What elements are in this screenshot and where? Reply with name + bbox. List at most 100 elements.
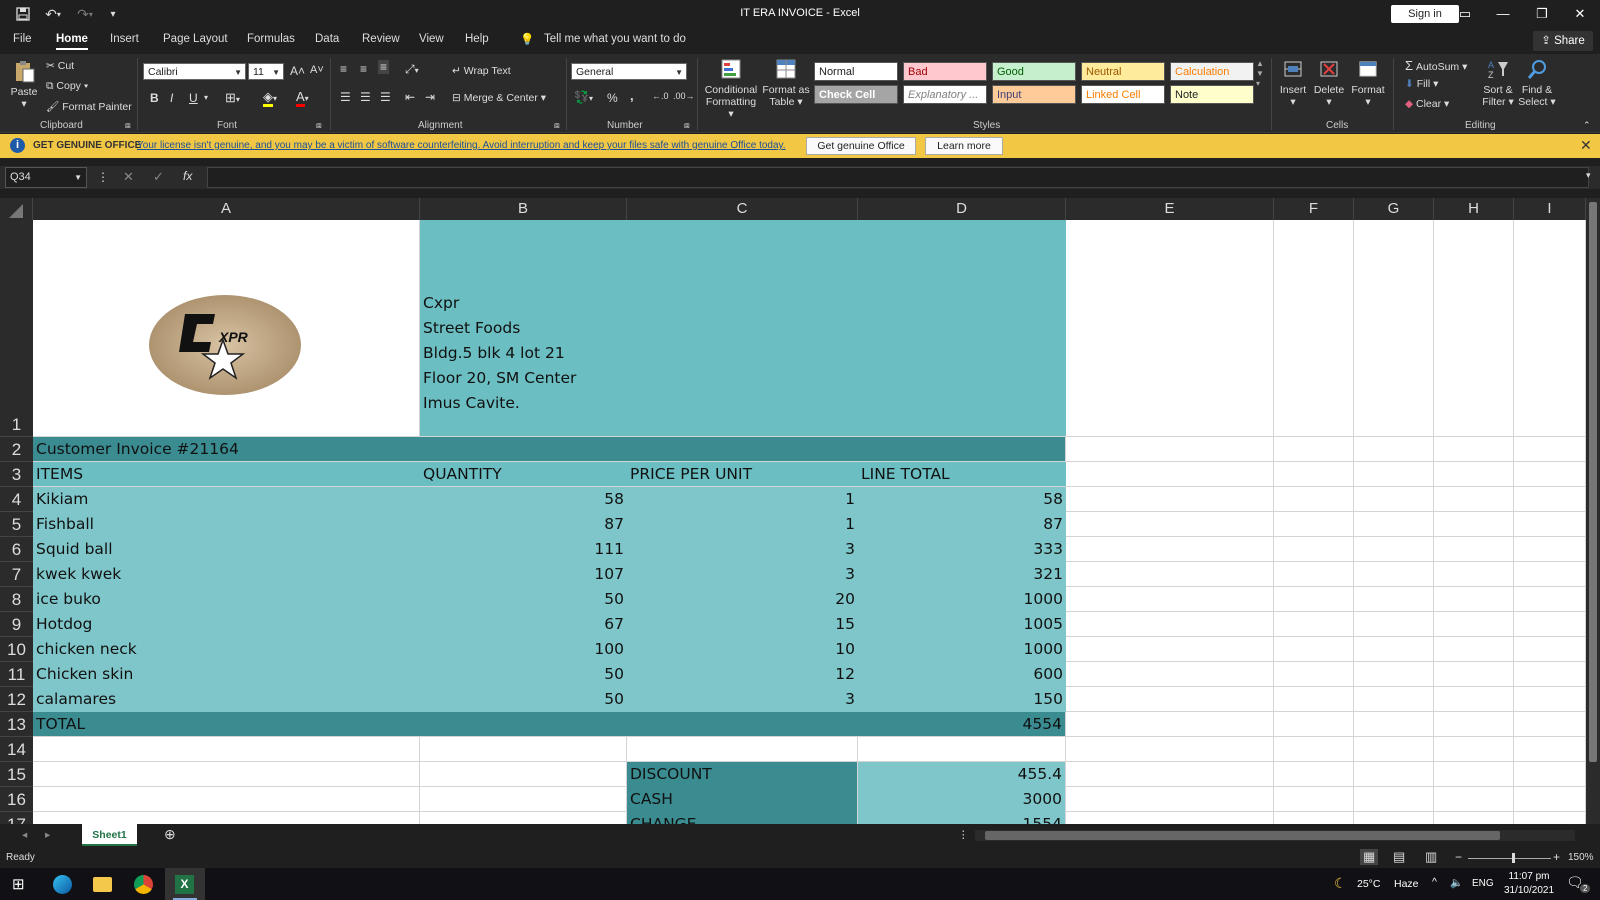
grid-cell[interactable] (420, 737, 627, 762)
grid-cell[interactable] (1354, 787, 1434, 812)
grid-cell[interactable] (1354, 537, 1434, 562)
delete-cells-button[interactable]: Delete ▾ (1312, 58, 1346, 108)
edge-icon[interactable] (53, 875, 72, 894)
grid-cell[interactable] (1066, 762, 1274, 787)
row-header-8[interactable]: 8 (0, 587, 33, 612)
row-header-15[interactable]: 15 (0, 762, 33, 787)
expand-formula-icon[interactable]: ▾ (1586, 170, 1591, 181)
grid-cell[interactable] (1274, 737, 1354, 762)
grid-cell[interactable] (1066, 462, 1274, 487)
close-icon[interactable]: ✕ (1580, 137, 1592, 154)
row-header-16[interactable]: 16 (0, 787, 33, 812)
grid-cell[interactable] (33, 762, 420, 787)
grid-cell[interactable] (1274, 712, 1354, 737)
cell-style-explanatory[interactable]: Explanatory ... (903, 85, 987, 104)
grid-cell[interactable] (1274, 487, 1354, 512)
scroll-thumb[interactable] (1589, 202, 1597, 762)
name-box[interactable]: Q34 ▼ (5, 167, 87, 188)
grid-cell[interactable] (1514, 462, 1586, 487)
logo-cell[interactable]: XPR (33, 220, 420, 437)
item-name-cell[interactable]: Hotdog (33, 612, 420, 637)
enter-icon[interactable]: ✓ (153, 169, 164, 185)
grid-cell[interactable] (1434, 737, 1514, 762)
grid-cell[interactable] (1434, 712, 1514, 737)
item-qty-cell[interactable]: 100 (420, 637, 627, 662)
cell-style-linked-cell[interactable]: Linked Cell (1081, 85, 1165, 104)
sheet-tab-sheet1[interactable]: Sheet1 (82, 824, 137, 846)
grid-cell[interactable] (1066, 662, 1274, 687)
underline-dropdown-icon[interactable]: ▾ (204, 93, 208, 102)
row-header-9[interactable]: 9 (0, 612, 33, 637)
insert-function-icon[interactable]: fx (183, 169, 192, 183)
grid-cell[interactable] (1354, 487, 1434, 512)
item-total-cell[interactable]: 87 (858, 512, 1066, 537)
language-indicator[interactable]: ENG (1472, 878, 1494, 889)
grid-cell[interactable] (1434, 812, 1514, 824)
font-launcher-icon[interactable]: ⧈ (316, 120, 322, 131)
grid-cell[interactable] (1514, 687, 1586, 712)
tab-view[interactable]: View (419, 33, 444, 45)
cell-style-input[interactable]: Input (992, 85, 1076, 104)
summary-change-value[interactable]: 1554 (858, 812, 1066, 824)
grid-cell[interactable] (1354, 437, 1434, 462)
column-header-b[interactable]: B (420, 198, 627, 220)
total-label[interactable]: TOTAL (33, 712, 858, 737)
grid-cell[interactable] (1354, 562, 1434, 587)
grid-cell[interactable] (1066, 712, 1274, 737)
column-header-d[interactable]: D (858, 198, 1066, 220)
tab-data[interactable]: Data (315, 33, 339, 45)
item-price-cell[interactable]: 15 (627, 612, 858, 637)
wrap-text-button[interactable]: ↵ Wrap Text (452, 65, 511, 77)
sort-filter-button[interactable]: AZ Sort & Filter ▾ (1480, 58, 1516, 108)
invoice-title[interactable]: Customer Invoice #21164 (33, 437, 1066, 462)
item-total-cell[interactable]: 1005 (858, 612, 1066, 637)
grid-cell[interactable] (1434, 637, 1514, 662)
grid-cell[interactable] (627, 737, 858, 762)
grid-cell[interactable] (1514, 220, 1586, 437)
item-name-cell[interactable]: Squid ball (33, 537, 420, 562)
row-header-13[interactable]: 13 (0, 712, 33, 737)
grid-cell[interactable] (1354, 220, 1434, 437)
row-header-5[interactable]: 5 (0, 512, 33, 537)
zoom-slider[interactable] (1468, 858, 1551, 859)
zoom-level[interactable]: 150% (1568, 852, 1594, 863)
grid-cell[interactable] (1434, 612, 1514, 637)
next-sheet-icon[interactable]: ▸ (45, 829, 50, 841)
item-total-cell[interactable]: 1000 (858, 637, 1066, 662)
cut-button[interactable]: ✂ Cut (46, 60, 74, 72)
row-header-4[interactable]: 4 (0, 487, 33, 512)
grid-cell[interactable] (1434, 462, 1514, 487)
number-launcher-icon[interactable]: ⧈ (684, 120, 690, 131)
merge-center-button[interactable]: ⊟ Merge & Center ▾ (452, 92, 546, 104)
italic-button[interactable]: I (170, 91, 173, 105)
grid-cell[interactable] (1066, 587, 1274, 612)
row-header-14[interactable]: 14 (0, 737, 33, 762)
grid-cell[interactable] (1066, 512, 1274, 537)
grid-cell[interactable] (1274, 787, 1354, 812)
grid-cell[interactable] (33, 787, 420, 812)
grid-cell[interactable] (1434, 512, 1514, 537)
item-name-cell[interactable]: kwek kwek (33, 562, 420, 587)
item-price-cell[interactable]: 3 (627, 562, 858, 587)
add-sheet-icon[interactable]: ⊕ (164, 826, 176, 843)
grid-cell[interactable] (1434, 437, 1514, 462)
summary-cash-value[interactable]: 3000 (858, 787, 1066, 812)
grid-cell[interactable] (1434, 762, 1514, 787)
zoom-in-icon[interactable]: + (1553, 850, 1560, 864)
learn-more-button[interactable]: Learn more (925, 137, 1003, 155)
grid-cell[interactable] (33, 812, 420, 824)
formula-input[interactable] (207, 167, 1589, 188)
summary-discount-label[interactable]: DISCOUNT (627, 762, 858, 787)
total-value[interactable]: 4554 (858, 712, 1066, 737)
item-name-cell[interactable]: Chicken skin (33, 662, 420, 687)
align-center-icon[interactable]: ☰ (360, 90, 371, 104)
maximize-button[interactable]: ❐ (1527, 4, 1557, 24)
item-price-cell[interactable]: 3 (627, 687, 858, 712)
minimize-button[interactable]: — (1488, 4, 1518, 24)
tab-formulas[interactable]: Formulas (247, 33, 295, 45)
row-header-12[interactable]: 12 (0, 687, 33, 712)
item-qty-cell[interactable]: 50 (420, 687, 627, 712)
sign-in-button[interactable]: Sign in (1391, 5, 1459, 23)
row-header-6[interactable]: 6 (0, 537, 33, 562)
summary-change-label[interactable]: CHANGE (627, 812, 858, 824)
